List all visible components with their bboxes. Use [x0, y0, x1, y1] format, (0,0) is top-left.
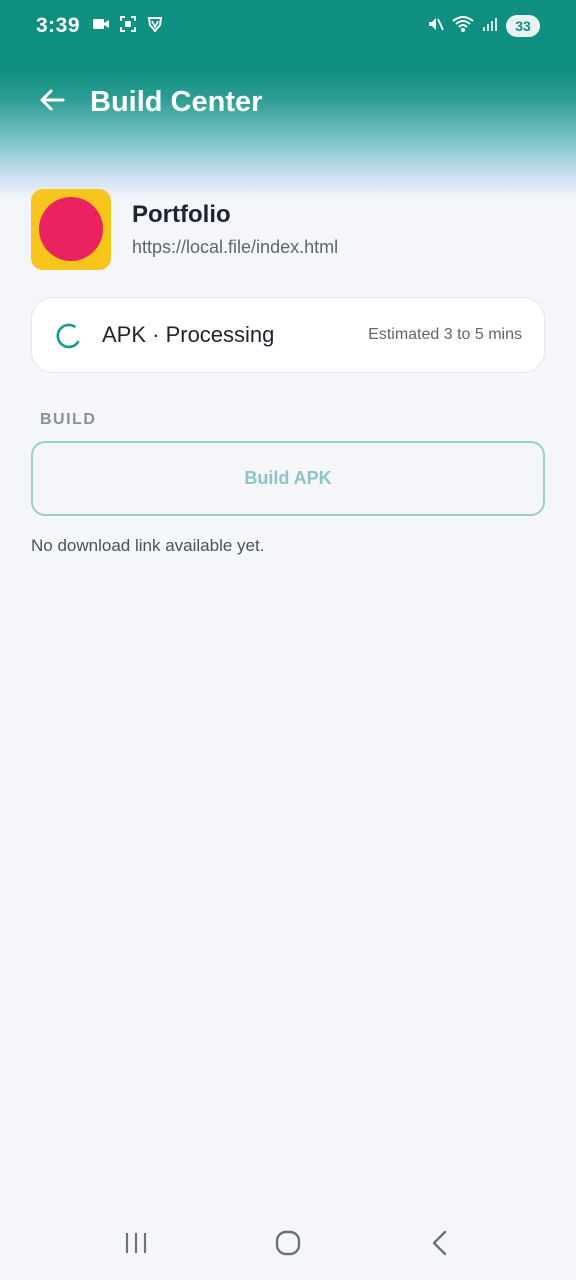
app-icon [31, 188, 111, 270]
app-icon-dot [39, 197, 103, 261]
battery-icon: 33 [506, 15, 540, 37]
signal-icon [482, 16, 498, 37]
home-icon [274, 1229, 302, 1262]
app-bar: Build Center [0, 76, 576, 128]
build-estimate: Estimated 3 to 5 mins [368, 326, 522, 343]
app-text: Portfolio https://local.file/index.html [132, 201, 338, 258]
status-time: 3:39 [36, 14, 81, 37]
status-left-icons [92, 15, 164, 38]
status-right-icons: 33 [426, 15, 540, 38]
build-section-label: BUILD [40, 411, 97, 428]
vpn-shield-icon [146, 15, 164, 38]
mute-icon [426, 15, 444, 38]
app-name: Portfolio [132, 200, 231, 228]
home-button[interactable] [258, 1215, 318, 1275]
screen-record-icon [119, 15, 137, 38]
recent-apps-icon [123, 1231, 149, 1260]
video-camera-icon [92, 17, 110, 36]
navigation-bar [0, 1210, 576, 1280]
loading-spinner-icon [54, 321, 82, 349]
arrow-left-icon [38, 86, 66, 119]
recent-apps-button[interactable] [106, 1215, 166, 1275]
download-note: No download link available yet. [31, 536, 265, 555]
back-icon [429, 1229, 451, 1262]
page-title: Build Center [90, 85, 263, 118]
build-status-card: APK · Processing Estimated 3 to 5 mins [31, 297, 545, 373]
status-bar: 3:39 33 [0, 0, 576, 52]
app-url: https://local.file/index.html [132, 236, 339, 257]
back-button[interactable] [36, 86, 68, 118]
app-info: Portfolio https://local.file/index.html [31, 188, 545, 270]
system-back-button[interactable] [410, 1215, 470, 1275]
build-apk-button[interactable]: Build APK [31, 441, 545, 516]
wifi-icon [452, 15, 474, 38]
build-status-label: APK · Processing [102, 322, 275, 347]
